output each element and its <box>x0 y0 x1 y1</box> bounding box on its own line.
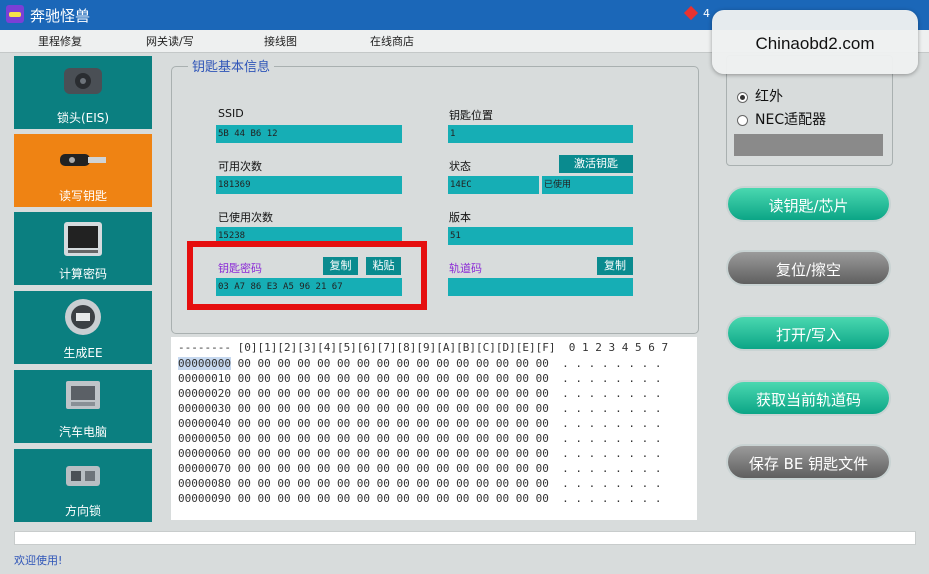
sidebar-label-ecu: 汽车电脑 <box>58 425 107 439</box>
calculator-screen-icon <box>64 222 102 256</box>
menu-item-shop[interactable]: 在线商店 <box>370 33 414 49</box>
gem-count: 4 <box>703 7 710 20</box>
open-write-button[interactable]: 打开/写入 <box>726 315 891 351</box>
progress-bar <box>14 531 916 545</box>
hex-row[interactable]: 00000010 00 00 00 00 00 00 00 00 00 00 0… <box>178 372 661 386</box>
app-icon <box>6 5 24 23</box>
sidebar-item-ecu[interactable]: 汽车电脑 <box>14 370 152 443</box>
hex-row-bytes: 00 00 00 00 00 00 00 00 00 00 00 00 00 0… <box>230 357 662 370</box>
copy-track-button[interactable]: 复制 <box>597 257 633 275</box>
read-key-button[interactable]: 读钥匙/芯片 <box>726 186 891 222</box>
hex-editor[interactable]: -------- [0][1][2][3][4][5][6][7][8][9][… <box>171 337 697 520</box>
status-text: 欢迎使用! <box>14 554 63 567</box>
eis-lock-icon <box>64 68 102 94</box>
ssid-field[interactable]: 5B 44 B6 12 <box>216 125 402 143</box>
sidebar-label-password: 计算密码 <box>58 267 107 281</box>
steering-lock-icon <box>66 466 100 486</box>
track-code-label: 轨道码 <box>449 262 482 275</box>
version-field[interactable]: 51 <box>448 227 633 245</box>
hex-address-selected[interactable]: 00000000 <box>178 357 231 370</box>
sidebar-item-password[interactable]: 计算密码 <box>14 212 152 285</box>
used-count-label: 已使用次数 <box>218 211 273 224</box>
radio-unselected-icon <box>737 114 748 126</box>
hex-row[interactable]: 00000030 00 00 00 00 00 00 00 00 00 00 0… <box>178 402 661 416</box>
hex-row[interactable]: 00000080 00 00 00 00 00 00 00 00 00 00 0… <box>178 477 661 491</box>
radio-infrared[interactable]: 红外 <box>737 86 783 106</box>
window-title: 奔驰怪兽 <box>30 7 91 25</box>
sidebar-label-eis: 锁头(EIS) <box>56 111 110 125</box>
hex-row[interactable]: 00000050 00 00 00 00 00 00 00 00 00 00 0… <box>178 432 661 446</box>
available-uses-label: 可用次数 <box>218 160 262 173</box>
status-value-field[interactable]: 已使用 <box>542 176 633 194</box>
watermark-badge: Chinaobd2.com <box>712 10 918 74</box>
track-code-field[interactable] <box>448 278 633 296</box>
version-label: 版本 <box>449 211 471 224</box>
sidebar-item-ee[interactable]: 生成EE <box>14 291 152 364</box>
key-icon <box>60 154 106 166</box>
highlight-box <box>187 241 427 310</box>
key-position-field[interactable]: 1 <box>448 125 633 143</box>
key-info-title: 钥匙基本信息 <box>188 56 275 75</box>
hex-row[interactable]: 00000060 00 00 00 00 00 00 00 00 00 00 0… <box>178 447 661 461</box>
hex-row[interactable]: 00000000 00 00 00 00 00 00 00 00 00 00 0… <box>178 357 661 371</box>
reset-erase-button[interactable]: 复位/擦空 <box>726 250 891 286</box>
hex-header: -------- [0][1][2][3][4][5][6][7][8][9][… <box>178 341 669 354</box>
sidebar-label-ee: 生成EE <box>63 346 103 360</box>
menu-item-wiring[interactable]: 接线图 <box>264 33 297 49</box>
key-position-label: 钥匙位置 <box>449 109 493 122</box>
ssid-label: SSID <box>218 107 244 120</box>
gem-icon <box>683 5 699 21</box>
save-be-key-file-button[interactable]: 保存 BE 钥匙文件 <box>726 444 891 480</box>
menu-item-gateway[interactable]: 网关读/写 <box>146 33 194 49</box>
status-code-field[interactable]: 14EC <box>448 176 539 194</box>
menu-item-mileage[interactable]: 里程修复 <box>38 33 82 49</box>
radio-infrared-label: 红外 <box>755 89 783 105</box>
status-label: 状态 <box>449 160 471 173</box>
hex-row[interactable]: 00000040 00 00 00 00 00 00 00 00 00 00 0… <box>178 417 661 431</box>
radio-nec-adapter[interactable]: NEC适配器 <box>737 109 826 129</box>
sidebar-label-key: 读写钥匙 <box>58 189 107 203</box>
sidebar-item-key[interactable]: 读写钥匙 <box>14 134 152 207</box>
get-track-code-button[interactable]: 获取当前轨道码 <box>726 380 891 416</box>
activate-key-button[interactable]: 激活钥匙 <box>559 155 633 173</box>
available-uses-field[interactable]: 181369 <box>216 176 402 194</box>
generate-ee-icon <box>65 299 101 335</box>
ecu-icon <box>66 381 100 409</box>
adapter-status-bar <box>734 134 883 156</box>
hex-row[interactable]: 00000090 00 00 00 00 00 00 00 00 00 00 0… <box>178 492 661 506</box>
sidebar-item-eis[interactable]: 锁头(EIS) <box>14 56 152 129</box>
watermark-text: Chinaobd2.com <box>755 34 875 53</box>
hex-row[interactable]: 00000020 00 00 00 00 00 00 00 00 00 00 0… <box>178 387 661 401</box>
sidebar-item-steering[interactable]: 方向锁 <box>14 449 152 522</box>
radio-selected-icon <box>737 91 748 103</box>
hex-row[interactable]: 00000070 00 00 00 00 00 00 00 00 00 00 0… <box>178 462 661 476</box>
sidebar-label-steering: 方向锁 <box>64 504 101 518</box>
radio-nec-label: NEC适配器 <box>755 112 827 128</box>
